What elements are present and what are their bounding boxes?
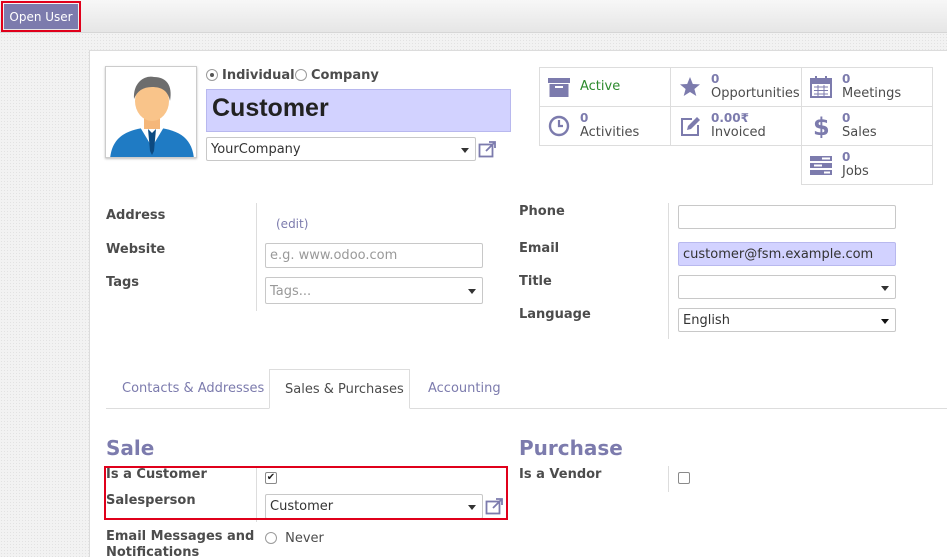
invoiced-smart-button[interactable]: 0.00₹ Invoiced bbox=[670, 106, 802, 146]
tags-placeholder: Tags... bbox=[270, 284, 312, 299]
salesperson-value: Customer bbox=[270, 499, 334, 514]
email-messages-label: Email Messages and Notifications bbox=[106, 529, 254, 557]
title-select[interactable] bbox=[678, 275, 896, 299]
external-link-icon[interactable] bbox=[478, 140, 498, 158]
email-messages-label-line1: Email Messages and bbox=[106, 529, 255, 544]
control-panel: Open User bbox=[0, 0, 947, 33]
field-divider bbox=[668, 466, 669, 492]
is-customer-checkbox[interactable]: ✔ bbox=[265, 472, 277, 484]
activities-count: 0 bbox=[580, 111, 589, 125]
tasks-icon bbox=[810, 156, 832, 175]
chevron-down-icon bbox=[468, 289, 476, 294]
language-label: Language bbox=[519, 307, 591, 322]
email-value: customer@fsm.example.com bbox=[683, 247, 874, 262]
individual-label: Individual bbox=[222, 68, 295, 83]
email-input[interactable]: customer@fsm.example.com bbox=[678, 242, 896, 266]
meetings-smart-button[interactable]: 0 Meetings bbox=[801, 67, 933, 107]
clock-icon bbox=[548, 115, 570, 137]
chevron-down-icon bbox=[881, 319, 889, 324]
company-radio[interactable] bbox=[295, 69, 307, 81]
is-vendor-label: Is a Vendor bbox=[519, 467, 602, 482]
person-avatar-icon bbox=[106, 67, 196, 157]
is-customer-label: Is a Customer bbox=[106, 467, 207, 482]
email-label: Email bbox=[519, 241, 560, 256]
email-messages-never-option[interactable]: Never bbox=[265, 531, 324, 546]
jobs-count: 0 bbox=[842, 150, 851, 164]
address-label: Address bbox=[106, 208, 166, 223]
sales-count: 0 bbox=[842, 111, 851, 125]
invoiced-label: Invoiced bbox=[711, 125, 766, 140]
address-edit-link[interactable]: (edit) bbox=[276, 217, 308, 231]
name-field[interactable]: Customer bbox=[206, 89, 511, 132]
tab-contacts-addresses[interactable]: Contacts & Addresses bbox=[106, 369, 269, 409]
avatar[interactable] bbox=[105, 66, 197, 158]
jobs-label: Jobs bbox=[842, 164, 869, 179]
opportunities-label: Opportunities bbox=[711, 86, 800, 101]
form-sheet: Individual Company Customer YourCompany … bbox=[89, 50, 947, 557]
is-vendor-checkbox[interactable] bbox=[678, 472, 690, 484]
external-link-icon[interactable] bbox=[485, 497, 505, 515]
activities-smart-button[interactable]: 0 Activities bbox=[539, 106, 671, 146]
never-label: Never bbox=[285, 531, 324, 546]
jobs-smart-button[interactable]: 0 Jobs bbox=[801, 145, 933, 185]
never-radio[interactable] bbox=[265, 532, 277, 544]
star-icon bbox=[680, 77, 700, 96]
tags-label: Tags bbox=[106, 275, 140, 290]
tab-sales-purchases[interactable]: Sales & Purchases bbox=[269, 369, 410, 409]
language-value: English bbox=[683, 313, 730, 328]
phone-input[interactable] bbox=[678, 205, 896, 229]
website-label: Website bbox=[106, 242, 166, 257]
active-smart-button[interactable]: Active bbox=[539, 67, 671, 107]
field-divider bbox=[256, 203, 257, 311]
partner-type-individual[interactable]: Individual bbox=[206, 68, 295, 83]
partner-type-company[interactable]: Company bbox=[295, 68, 379, 83]
purchase-section-title: Purchase bbox=[519, 436, 623, 460]
field-divider bbox=[256, 466, 257, 522]
sales-smart-button[interactable]: $ 0 Sales bbox=[801, 106, 933, 146]
meetings-count: 0 bbox=[842, 72, 851, 86]
svg-text:$: $ bbox=[813, 114, 830, 138]
tags-input[interactable]: Tags... bbox=[265, 277, 483, 304]
open-user-button[interactable]: Open User bbox=[4, 4, 78, 29]
sale-section-title: Sale bbox=[106, 436, 155, 460]
opportunities-count: 0 bbox=[711, 72, 720, 86]
dollar-icon: $ bbox=[813, 114, 830, 138]
email-messages-label-line2: Notifications bbox=[106, 545, 200, 557]
website-input[interactable]: e.g. www.odoo.com bbox=[265, 243, 483, 268]
phone-label: Phone bbox=[519, 204, 565, 219]
company-label: Company bbox=[311, 68, 379, 83]
chevron-down-icon bbox=[468, 505, 476, 510]
language-select[interactable]: English bbox=[678, 308, 896, 332]
activities-label: Activities bbox=[580, 125, 640, 140]
title-label: Title bbox=[519, 274, 552, 289]
salesperson-select[interactable]: Customer bbox=[265, 494, 483, 519]
salesperson-label: Salesperson bbox=[106, 493, 196, 508]
field-divider bbox=[668, 203, 669, 339]
meetings-label: Meetings bbox=[842, 86, 902, 101]
opportunities-smart-button[interactable]: 0 Opportunities bbox=[670, 67, 802, 107]
chevron-down-icon bbox=[881, 286, 889, 291]
company-select-value: YourCompany bbox=[211, 142, 301, 157]
pencil-square-icon bbox=[681, 117, 700, 136]
individual-radio[interactable] bbox=[206, 69, 218, 81]
chevron-down-icon bbox=[461, 148, 469, 153]
active-label: Active bbox=[580, 79, 621, 94]
calendar-icon bbox=[810, 76, 832, 98]
company-select[interactable]: YourCompany bbox=[206, 137, 476, 161]
website-placeholder: e.g. www.odoo.com bbox=[270, 248, 398, 263]
archive-icon bbox=[548, 78, 570, 97]
sales-label: Sales bbox=[842, 125, 877, 140]
tab-accounting[interactable]: Accounting bbox=[410, 369, 520, 409]
invoiced-amount: 0.00₹ bbox=[711, 111, 749, 125]
